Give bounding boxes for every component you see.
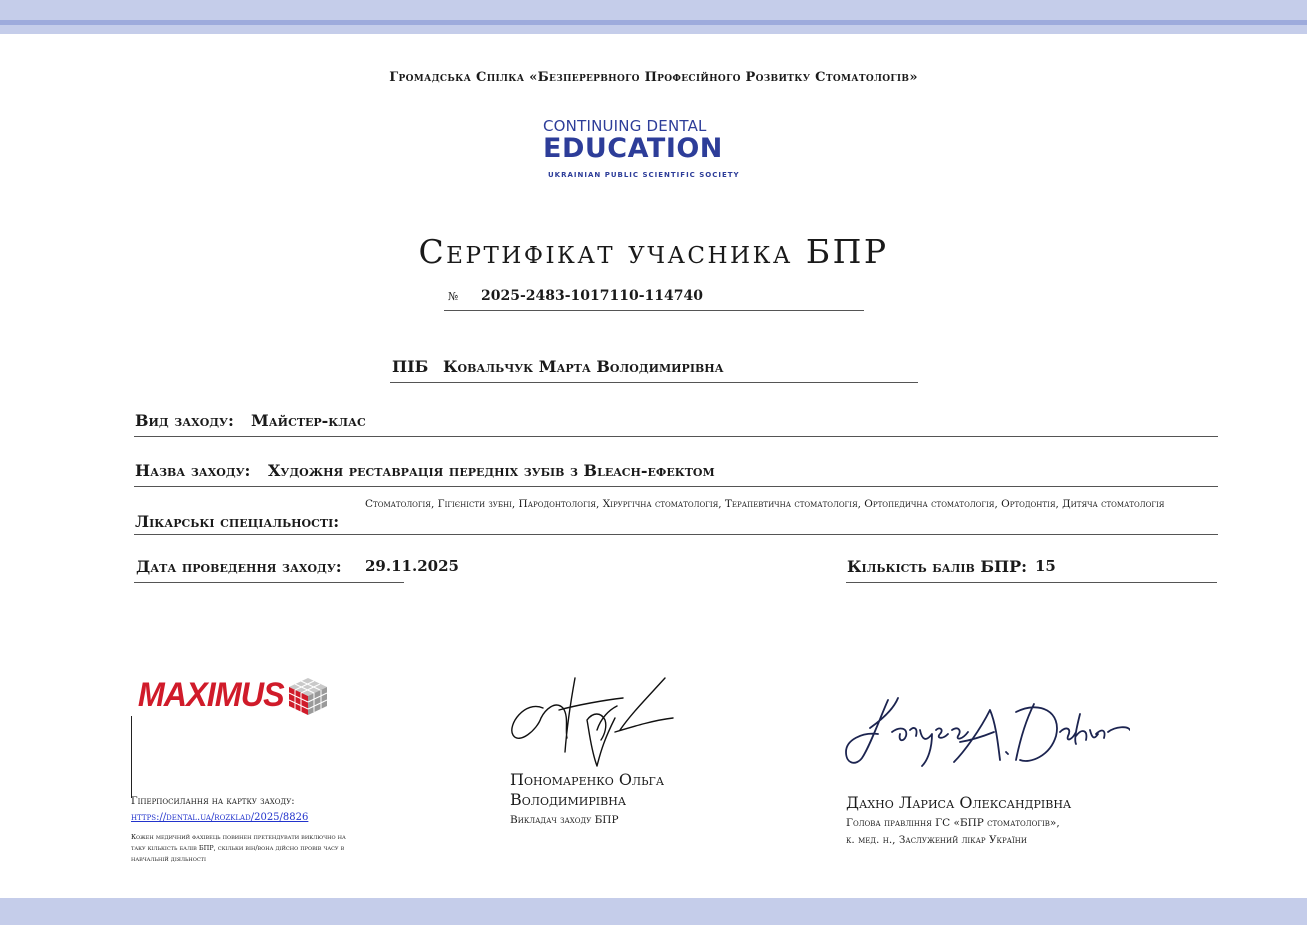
cube-icon: [288, 678, 327, 715]
bottom-border-band: [0, 898, 1307, 925]
points-value: 15: [1035, 557, 1056, 575]
certificate-number: 2025-2483-1017110-114740: [481, 288, 703, 304]
event-type-row: Вид заходу: Майстер-клас: [134, 408, 1218, 437]
signatory-2-name: Дахно Лариса Олександрівна: [846, 793, 1072, 812]
points-row: Кількість балів БПР: 15: [846, 555, 1217, 583]
event-link-label: Гіперпосилання на картку заходу:: [131, 796, 295, 807]
specialties-value: Стоматологія, Гігієністи зубні, Пародонт…: [365, 498, 1165, 510]
maximus-logo-text: MAXIMUS: [137, 676, 285, 714]
top-border-line: [0, 20, 1307, 25]
event-name-row: Назва заходу: Художня реставрація передн…: [134, 458, 1218, 487]
event-name-label: Назва заходу:: [135, 461, 251, 480]
signatory-1-name-line-2: Володимирівна: [510, 790, 627, 809]
signature-1: [511, 677, 674, 767]
signatory-2-role-line-2: к. мед. н., Заслужений лікар України: [846, 834, 1027, 846]
organization-name: Громадська Спілка «Безперервного Професі…: [389, 70, 918, 85]
logo-line-3: UKRAINIAN PUBLIC SCIENTIFIC SOCIETY: [548, 171, 740, 179]
partner-divider-line: [131, 716, 132, 798]
event-name-value: Художня реставрація передніх зубів з Ble…: [268, 461, 715, 480]
event-date-row: Дата проведення заходу: 29.11.2025: [134, 555, 459, 583]
event-type-label: Вид заходу:: [135, 411, 234, 430]
event-type-value: Майстер-клас: [251, 411, 366, 430]
logo-line-2: EDUCATION: [543, 133, 723, 164]
cde-logo: CONTINUING DENTAL EDUCATION UKRAINIAN PU…: [543, 118, 768, 180]
points-disclaimer: Кожен медичний фахівець повинен претенду…: [131, 833, 346, 863]
maximus-logo: MAXIMUS: [134, 676, 329, 716]
number-symbol: №: [448, 290, 459, 303]
participant-row: ПІБ Ковальчук Марта Володимирівна: [390, 355, 918, 383]
signatory-1-name: Пономаренко Ольга Володимирівна: [510, 770, 664, 810]
top-border-band: [0, 0, 1307, 34]
participant-name: Ковальчук Марта Володимирівна: [443, 357, 724, 376]
points-label: Кількість балів БПР:: [847, 557, 1028, 576]
specialties-label: Лікарські спеціальності:: [135, 512, 340, 531]
participant-label: ПІБ: [392, 357, 429, 376]
signatory-1-name-line-1: Пономаренко Ольга: [510, 770, 665, 789]
certificate-title: Сертифікат учасника БПР: [418, 232, 889, 271]
event-link[interactable]: https://dental.ua/rozklad/2025/8826: [131, 812, 308, 823]
signatory-2-role-line-1: Голова правління ГС «БПР стоматологів»,: [846, 817, 1060, 829]
signatory-1-role: Викладач заходу БПР: [510, 814, 619, 826]
signatory-2-role: Голова правління ГС «БПР стоматологів», …: [846, 815, 1060, 849]
event-date-label: Дата проведення заходу:: [136, 557, 342, 576]
certificate-number-row: № 2025-2483-1017110-114740: [444, 288, 864, 311]
signature-2: [845, 697, 1130, 767]
event-date-value: 29.11.2025: [365, 557, 459, 575]
